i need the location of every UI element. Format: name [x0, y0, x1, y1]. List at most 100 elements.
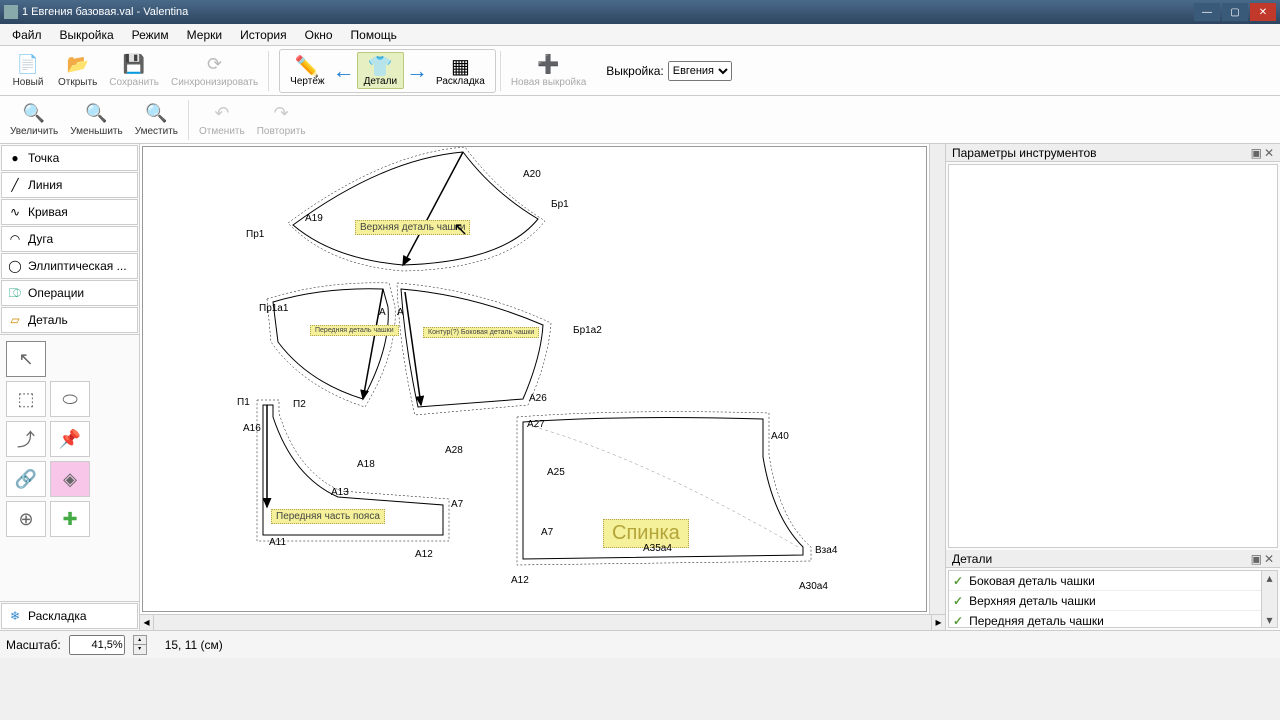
right-panel: Параметры инструментов ▣✕ Детали ▣✕ ✓Бок… [945, 144, 1280, 630]
app-icon [4, 5, 18, 19]
curve-icon: ∿ [8, 205, 22, 219]
pt-A16: A16 [243, 423, 261, 434]
pattern-svg [143, 147, 913, 612]
label-side-cup[interactable]: Контур(?) Боковая деталь чашки [423, 327, 539, 338]
zoom-fit-button[interactable]: 🔍 Уместить [129, 97, 184, 143]
grid-tool-4[interactable]: 📌 [50, 421, 90, 457]
scale-spinner[interactable]: ▴▾ [133, 635, 147, 655]
grid-tool-8[interactable]: ✚ [50, 501, 90, 537]
pt-Br1: Бр1 [551, 199, 569, 210]
cursor-tool[interactable]: ↖ [6, 341, 46, 377]
separator [500, 51, 501, 91]
pattern-selector: Выкройка: Евгения [606, 61, 731, 81]
tool-detail[interactable]: ▱Деталь [1, 307, 138, 333]
pt-A27: A27 [527, 419, 545, 430]
main-area: ●Точка ╱Линия ∿Кривая ◠Дуга ◯Эллиптическ… [0, 144, 1280, 630]
label-front-belt[interactable]: Передняя часть пояса [271, 509, 385, 524]
detail-item[interactable]: ✓Боковая деталь чашки [949, 571, 1277, 591]
title-bar: 1 Евгения базовая.val - Valentina — ▢ ✕ [0, 0, 1280, 24]
maximize-button[interactable]: ▢ [1222, 3, 1248, 21]
tool-line[interactable]: ╱Линия [1, 172, 138, 198]
new-button[interactable]: 📄 Новый [4, 48, 52, 94]
point-icon: ● [8, 151, 22, 165]
grid-tool-6[interactable]: ◈ [50, 461, 90, 497]
tool-layout-bottom[interactable]: ❄Раскладка [1, 603, 138, 629]
close-panel-icon[interactable]: ✕ [1264, 552, 1274, 566]
pencil-icon: ✏️ [295, 54, 320, 76]
pt-A19: A19 [305, 213, 323, 224]
mode-details[interactable]: 👕 Детали [357, 52, 404, 89]
menu-window[interactable]: Окно [297, 26, 341, 44]
grid-tool-3[interactable]: ⤴ [6, 421, 46, 457]
tool-operations[interactable]: ⎄Операции [1, 280, 138, 306]
menu-help[interactable]: Помощь [343, 26, 405, 44]
redo-button[interactable]: ↷ Повторить [251, 97, 312, 143]
pt-Pr1a1: Пр1a1 [259, 303, 288, 314]
close-panel-icon[interactable]: ✕ [1264, 146, 1274, 160]
open-button[interactable]: 📂 Открыть [52, 48, 103, 94]
label-front-cup[interactable]: Передняя деталь чашки [310, 325, 399, 336]
pt-A30a4: A30a4 [799, 581, 828, 592]
new-pattern-button[interactable]: ➕ Новая выкройка [505, 48, 592, 94]
pt-A20: A20 [523, 169, 541, 180]
zoom-in-button[interactable]: 🔍 Увеличить [4, 97, 64, 143]
detail-item[interactable]: ✓Передняя деталь чашки [949, 611, 1277, 628]
save-button[interactable]: 💾 Сохранить [103, 48, 165, 94]
new-pattern-icon: ➕ [538, 54, 560, 76]
arrow-right-icon: → [404, 58, 430, 84]
mode-layout[interactable]: ▦ Раскладка [430, 53, 491, 88]
close-button[interactable]: ✕ [1250, 3, 1276, 21]
ellipse-icon: ◯ [8, 259, 22, 273]
pt-A40: A40 [771, 431, 789, 442]
detail-item[interactable]: ✓Верхняя деталь чашки [949, 591, 1277, 611]
undo-button[interactable]: ↶ Отменить [193, 97, 251, 143]
main-toolbar: 📄 Новый 📂 Открыть 💾 Сохранить ⟳ Синхрони… [0, 46, 1280, 96]
pt-A11: A11 [269, 537, 286, 548]
zoom-in-icon: 🔍 [23, 103, 45, 125]
pt-A18: A18 [357, 459, 375, 470]
tool-grid: ↖ ⬚ ⬭ ⤴ 📌 🔗 ◈ ⊕ ✚ [0, 335, 139, 543]
tool-arc[interactable]: ◠Дуга [1, 226, 138, 252]
scale-input[interactable] [69, 635, 125, 655]
undock-icon[interactable]: ▣ [1251, 146, 1262, 160]
menu-measurements[interactable]: Мерки [179, 26, 230, 44]
drawing-canvas[interactable]: Верхняя деталь чашки Передняя деталь чаш… [142, 146, 927, 612]
grid-tool-5[interactable]: 🔗 [6, 461, 46, 497]
mode-draw[interactable]: ✏️ Чертёж [284, 53, 330, 88]
grid-tool-7[interactable]: ⊕ [6, 501, 46, 537]
check-icon: ✓ [953, 614, 963, 628]
details-scrollbar[interactable]: ▴▾ [1261, 571, 1277, 627]
scroll-left-icon[interactable]: ◂ [140, 615, 154, 630]
menu-pattern[interactable]: Выкройка [52, 26, 122, 44]
horizontal-scrollbar[interactable]: ◂ ▸ [140, 614, 945, 630]
grid-tool-1[interactable]: ⬚ [6, 381, 46, 417]
check-icon: ✓ [953, 574, 963, 588]
menu-file[interactable]: Файл [4, 26, 50, 44]
grid-tool-2[interactable]: ⬭ [50, 381, 90, 417]
scroll-right-icon[interactable]: ▸ [931, 615, 945, 630]
label-upper-cup[interactable]: Верхняя деталь чашки [355, 220, 470, 235]
operations-icon: ⎄ [8, 286, 22, 301]
pt-Br1a2: Бр1a2 [573, 325, 602, 336]
sync-icon: ⟳ [204, 54, 226, 76]
tool-elliptic[interactable]: ◯Эллиптическая ... [1, 253, 138, 279]
canvas-container: Верхняя деталь чашки Передняя деталь чаш… [140, 144, 945, 630]
undock-icon[interactable]: ▣ [1251, 552, 1262, 566]
menu-history[interactable]: История [232, 26, 295, 44]
zoom-out-button[interactable]: 🔍 Уменьшить [64, 97, 128, 143]
pt-Vza4: Bза4 [815, 545, 837, 556]
menu-mode[interactable]: Режим [124, 26, 177, 44]
arc-icon: ◠ [8, 232, 22, 246]
pattern-select[interactable]: Евгения [668, 61, 732, 81]
tool-curve[interactable]: ∿Кривая [1, 199, 138, 225]
sync-button[interactable]: ⟳ Синхронизировать [165, 48, 264, 94]
vertical-scrollbar[interactable] [929, 144, 945, 614]
layout-icon: ❄ [8, 609, 22, 623]
minimize-button[interactable]: — [1194, 3, 1220, 21]
tool-point[interactable]: ●Точка [1, 145, 138, 171]
pt-A13: A13 [331, 487, 349, 498]
separator [188, 100, 189, 140]
undo-icon: ↶ [211, 103, 233, 125]
mode-switcher: ✏️ Чертёж ← 👕 Детали → ▦ Раскладка [279, 49, 496, 93]
detail-icon: ▱ [8, 313, 22, 327]
